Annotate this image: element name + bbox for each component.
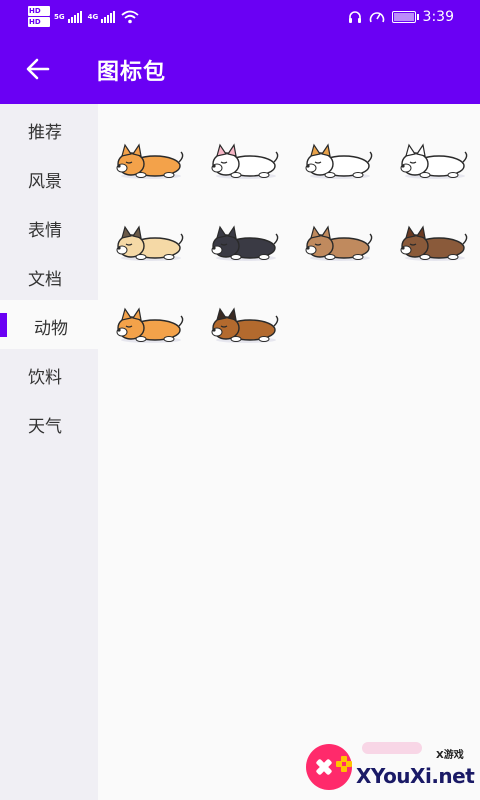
- german-shepherd-dog-icon: [211, 307, 279, 343]
- watermark-glow: [362, 742, 422, 754]
- beagle-sticker[interactable]: [397, 208, 471, 270]
- hd-bottom-label: HD: [28, 17, 50, 27]
- shiba-sticker[interactable]: [113, 290, 187, 352]
- active-indicator: [0, 313, 7, 337]
- sidebar-item-animal[interactable]: 动物: [0, 300, 98, 349]
- watermark-small-text: X游戏: [436, 750, 464, 761]
- signal-bars-2-icon: [101, 11, 116, 23]
- sidebar-item-label: 推荐: [28, 123, 62, 143]
- corgi-dog-icon: [116, 143, 184, 179]
- hd-indicator: HD HD: [28, 6, 50, 28]
- sidebar-item-label: 文档: [28, 270, 62, 290]
- shiba-dog-icon: [116, 307, 184, 343]
- chihuahua-dog-icon: [305, 225, 373, 261]
- sidebar-item-drink[interactable]: 饮料: [0, 349, 98, 398]
- bull-terrier-dog-icon: [211, 143, 279, 179]
- pug-sticker[interactable]: [113, 208, 187, 270]
- sidebar-item-label: 饮料: [28, 368, 62, 388]
- sidebar-item-scenery[interactable]: 风景: [0, 153, 98, 202]
- sidebar-item-label: 动物: [34, 319, 68, 339]
- corgi-sticker[interactable]: [113, 126, 187, 188]
- pug-dog-icon: [116, 225, 184, 261]
- german-shepherd-sticker[interactable]: [208, 290, 282, 352]
- wifi-icon: [121, 10, 139, 24]
- category-sidebar: 推荐 风景 表情 文档 动物 饮料 天气: [0, 104, 98, 800]
- icon-grid: [98, 104, 480, 800]
- sidebar-item-recommend[interactable]: 推荐: [0, 104, 98, 153]
- sidebar-item-document[interactable]: 文档: [0, 251, 98, 300]
- signal-bars-1-icon: [67, 11, 82, 23]
- sidebar-item-emoji[interactable]: 表情: [0, 202, 98, 251]
- sidebar-item-label: 天气: [28, 417, 62, 437]
- clock-time: 3:39: [422, 9, 454, 25]
- beagle-dog-icon: [400, 225, 468, 261]
- app-bar: 图标包: [0, 34, 480, 104]
- status-bar: HD HD 5G 4G 3:39: [0, 0, 480, 34]
- samoyed-dog-icon: [400, 143, 468, 179]
- site-watermark: X游戏 XYouXi.net: [306, 738, 480, 800]
- page-title: 图标包: [97, 60, 167, 85]
- watermark-site-text: XYouXi.net: [356, 764, 475, 788]
- bull-terrier-sticker[interactable]: [208, 126, 282, 188]
- sidebar-item-label: 风景: [28, 172, 62, 192]
- speedometer-icon: [369, 12, 384, 23]
- gamepad-buttons-icon: [336, 756, 352, 772]
- boston-terrier-dog-icon: [211, 225, 279, 261]
- signal-group: 5G 4G: [54, 6, 139, 28]
- jack-russell-sticker[interactable]: [302, 126, 376, 188]
- network-type-2: 4G: [87, 13, 99, 21]
- sidebar-item-label: 表情: [28, 221, 62, 241]
- boston-terrier-sticker[interactable]: [208, 208, 282, 270]
- arrow-left-icon: [26, 58, 50, 80]
- samoyed-sticker[interactable]: [397, 126, 471, 188]
- chihuahua-sticker[interactable]: [302, 208, 376, 270]
- battery-icon: [391, 11, 419, 23]
- network-type-1: 5G: [54, 13, 65, 21]
- hd-top-label: HD: [28, 6, 50, 16]
- back-button[interactable]: [22, 53, 54, 85]
- sidebar-item-weather[interactable]: 天气: [0, 398, 98, 447]
- headset-icon: [348, 11, 361, 23]
- status-right: 3:39: [348, 7, 454, 27]
- jack-russell-dog-icon: [305, 143, 373, 179]
